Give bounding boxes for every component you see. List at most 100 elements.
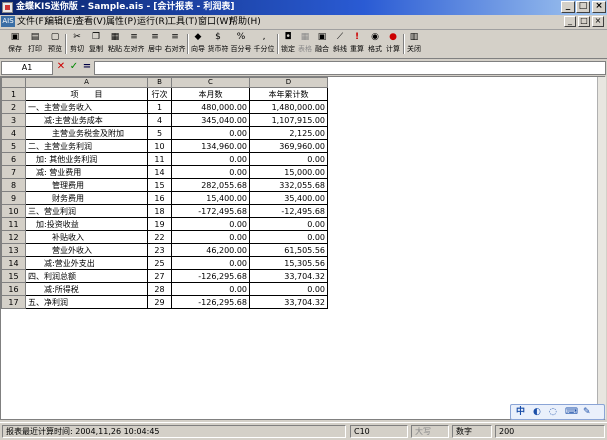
- menu-run[interactable]: 运行(R): [137, 16, 168, 28]
- row-number[interactable]: 3: [1, 113, 26, 127]
- cell-month[interactable]: -126,295.68: [171, 295, 250, 309]
- row-number[interactable]: 1: [1, 87, 26, 101]
- cell-item[interactable]: 加:投资收益: [25, 217, 148, 231]
- cell-item[interactable]: 减:所得税: [25, 282, 148, 296]
- cell-month[interactable]: -172,495.68: [171, 204, 250, 218]
- cell-ytd[interactable]: 61,505.56: [249, 243, 328, 257]
- save-button[interactable]: ▣ 保存: [6, 32, 24, 56]
- row-number[interactable]: 17: [1, 295, 26, 309]
- document-icon[interactable]: AIS: [1, 16, 15, 27]
- cell-line-no[interactable]: 27: [147, 269, 172, 283]
- cancel-icon[interactable]: ✕: [55, 61, 67, 73]
- cell-item[interactable]: 减:主营业务成本: [25, 113, 148, 127]
- align-right-button[interactable]: ≡ 右对齐: [163, 32, 187, 56]
- vertical-scrollbar[interactable]: [597, 77, 606, 419]
- ime-pen-icon[interactable]: ✎: [583, 406, 591, 418]
- column-header-d[interactable]: D: [249, 77, 328, 88]
- cell-ytd[interactable]: 1,107,915.00: [249, 113, 328, 127]
- row-number[interactable]: 12: [1, 230, 26, 244]
- header-month[interactable]: 本月数: [171, 87, 250, 101]
- cell-ytd[interactable]: 0.00: [249, 217, 328, 231]
- table-button[interactable]: ▦ 表格: [296, 32, 314, 56]
- row-number[interactable]: 16: [1, 282, 26, 296]
- cell-ytd[interactable]: 15,305.56: [249, 256, 328, 270]
- cell-month[interactable]: 0.00: [171, 152, 250, 166]
- header-item[interactable]: 项 目: [25, 87, 148, 101]
- cell-month[interactable]: -126,295.68: [171, 269, 250, 283]
- thousands-button[interactable]: , 千分位: [252, 32, 276, 56]
- formula-icon[interactable]: =: [81, 61, 93, 73]
- cell-line-no[interactable]: 25: [147, 256, 172, 270]
- cell-line-no[interactable]: 18: [147, 204, 172, 218]
- cell-line-no[interactable]: 10: [147, 139, 172, 153]
- row-number[interactable]: 6: [1, 152, 26, 166]
- confirm-icon[interactable]: ✓: [68, 61, 80, 73]
- cell-ytd[interactable]: 0.00: [249, 152, 328, 166]
- row-number[interactable]: 4: [1, 126, 26, 140]
- cell-line-no[interactable]: 11: [147, 152, 172, 166]
- menu-edit[interactable]: 编辑(E): [45, 16, 76, 28]
- cell-month[interactable]: 0.00: [171, 256, 250, 270]
- cell-month[interactable]: 480,000.00: [171, 100, 250, 114]
- column-header-b[interactable]: B: [147, 77, 172, 88]
- cell-month[interactable]: 46,200.00: [171, 243, 250, 257]
- diagonal-button[interactable]: ⟋ 斜线: [331, 32, 349, 56]
- menu-file[interactable]: 文件(F): [17, 16, 47, 28]
- cell-ytd[interactable]: 35,400.00: [249, 191, 328, 205]
- row-number[interactable]: 14: [1, 256, 26, 270]
- cell-month[interactable]: 282,055.68: [171, 178, 250, 192]
- cell-ytd[interactable]: 332,055.68: [249, 178, 328, 192]
- cell-item[interactable]: 一、主营业务收入: [25, 100, 148, 114]
- cell-item[interactable]: 四、利润总额: [25, 269, 148, 283]
- menu-properties[interactable]: 属性(P): [106, 16, 136, 28]
- doc-minimize-button[interactable]: _: [564, 16, 576, 27]
- menu-tools[interactable]: 工具(T): [167, 16, 198, 28]
- ime-chinese-icon[interactable]: 中: [516, 406, 525, 418]
- cell-ytd[interactable]: 2,125.00: [249, 126, 328, 140]
- cell-ytd[interactable]: 1,480,000.00: [249, 100, 328, 114]
- cell-item[interactable]: 管理费用: [25, 178, 148, 192]
- doc-close-button[interactable]: ×: [592, 16, 604, 27]
- align-center-button[interactable]: ≡ 居中: [146, 32, 164, 56]
- percent-button[interactable]: % 百分号: [229, 32, 253, 56]
- cell-line-no[interactable]: 22: [147, 230, 172, 244]
- cell-ytd[interactable]: 0.00: [249, 230, 328, 244]
- copy-button[interactable]: ❐ 复制: [87, 32, 105, 56]
- cell-item[interactable]: 加: 其他业务利润: [25, 152, 148, 166]
- cell-line-no[interactable]: 16: [147, 191, 172, 205]
- cell-line-no[interactable]: 23: [147, 243, 172, 257]
- formula-input[interactable]: [94, 61, 606, 75]
- menu-window[interactable]: 窗口(W): [198, 16, 232, 28]
- menu-view[interactable]: 查看(V): [75, 16, 106, 28]
- cut-button[interactable]: ✂ 剪切: [68, 32, 86, 56]
- row-number[interactable]: 13: [1, 243, 26, 257]
- row-number[interactable]: 11: [1, 217, 26, 231]
- cell-month[interactable]: 0.00: [171, 126, 250, 140]
- cell-item[interactable]: 减:营业外支出: [25, 256, 148, 270]
- cell-reference-box[interactable]: A1: [1, 61, 53, 75]
- row-number[interactable]: 10: [1, 204, 26, 218]
- cell-line-no[interactable]: 14: [147, 165, 172, 179]
- column-header-c[interactable]: C: [171, 77, 250, 88]
- cell-month[interactable]: 0.00: [171, 165, 250, 179]
- calculate-button[interactable]: ● 计算: [384, 32, 402, 56]
- minimize-button[interactable]: _: [561, 1, 575, 13]
- cell-month[interactable]: 0.00: [171, 230, 250, 244]
- header-ytd[interactable]: 本年累计数: [249, 87, 328, 101]
- cell-item[interactable]: 二、主营业务利润: [25, 139, 148, 153]
- cell-item[interactable]: 补贴收入: [25, 230, 148, 244]
- cell-ytd[interactable]: 0.00: [249, 282, 328, 296]
- cell-item[interactable]: 减: 营业费用: [25, 165, 148, 179]
- maximize-button[interactable]: □: [576, 1, 590, 13]
- recalc-button[interactable]: ! 重算: [348, 32, 366, 56]
- cell-month[interactable]: 15,400.00: [171, 191, 250, 205]
- cell-line-no[interactable]: 28: [147, 282, 172, 296]
- currency-button[interactable]: $ 货币符: [206, 32, 230, 56]
- row-number[interactable]: 9: [1, 191, 26, 205]
- cell-item[interactable]: 财务费用: [25, 191, 148, 205]
- cell-ytd[interactable]: 33,704.32: [249, 269, 328, 283]
- cell-month[interactable]: 0.00: [171, 217, 250, 231]
- cell-month[interactable]: 134,960.00: [171, 139, 250, 153]
- cell-item[interactable]: 五、净利润: [25, 295, 148, 309]
- ime-mode-icon[interactable]: ◐: [533, 406, 541, 418]
